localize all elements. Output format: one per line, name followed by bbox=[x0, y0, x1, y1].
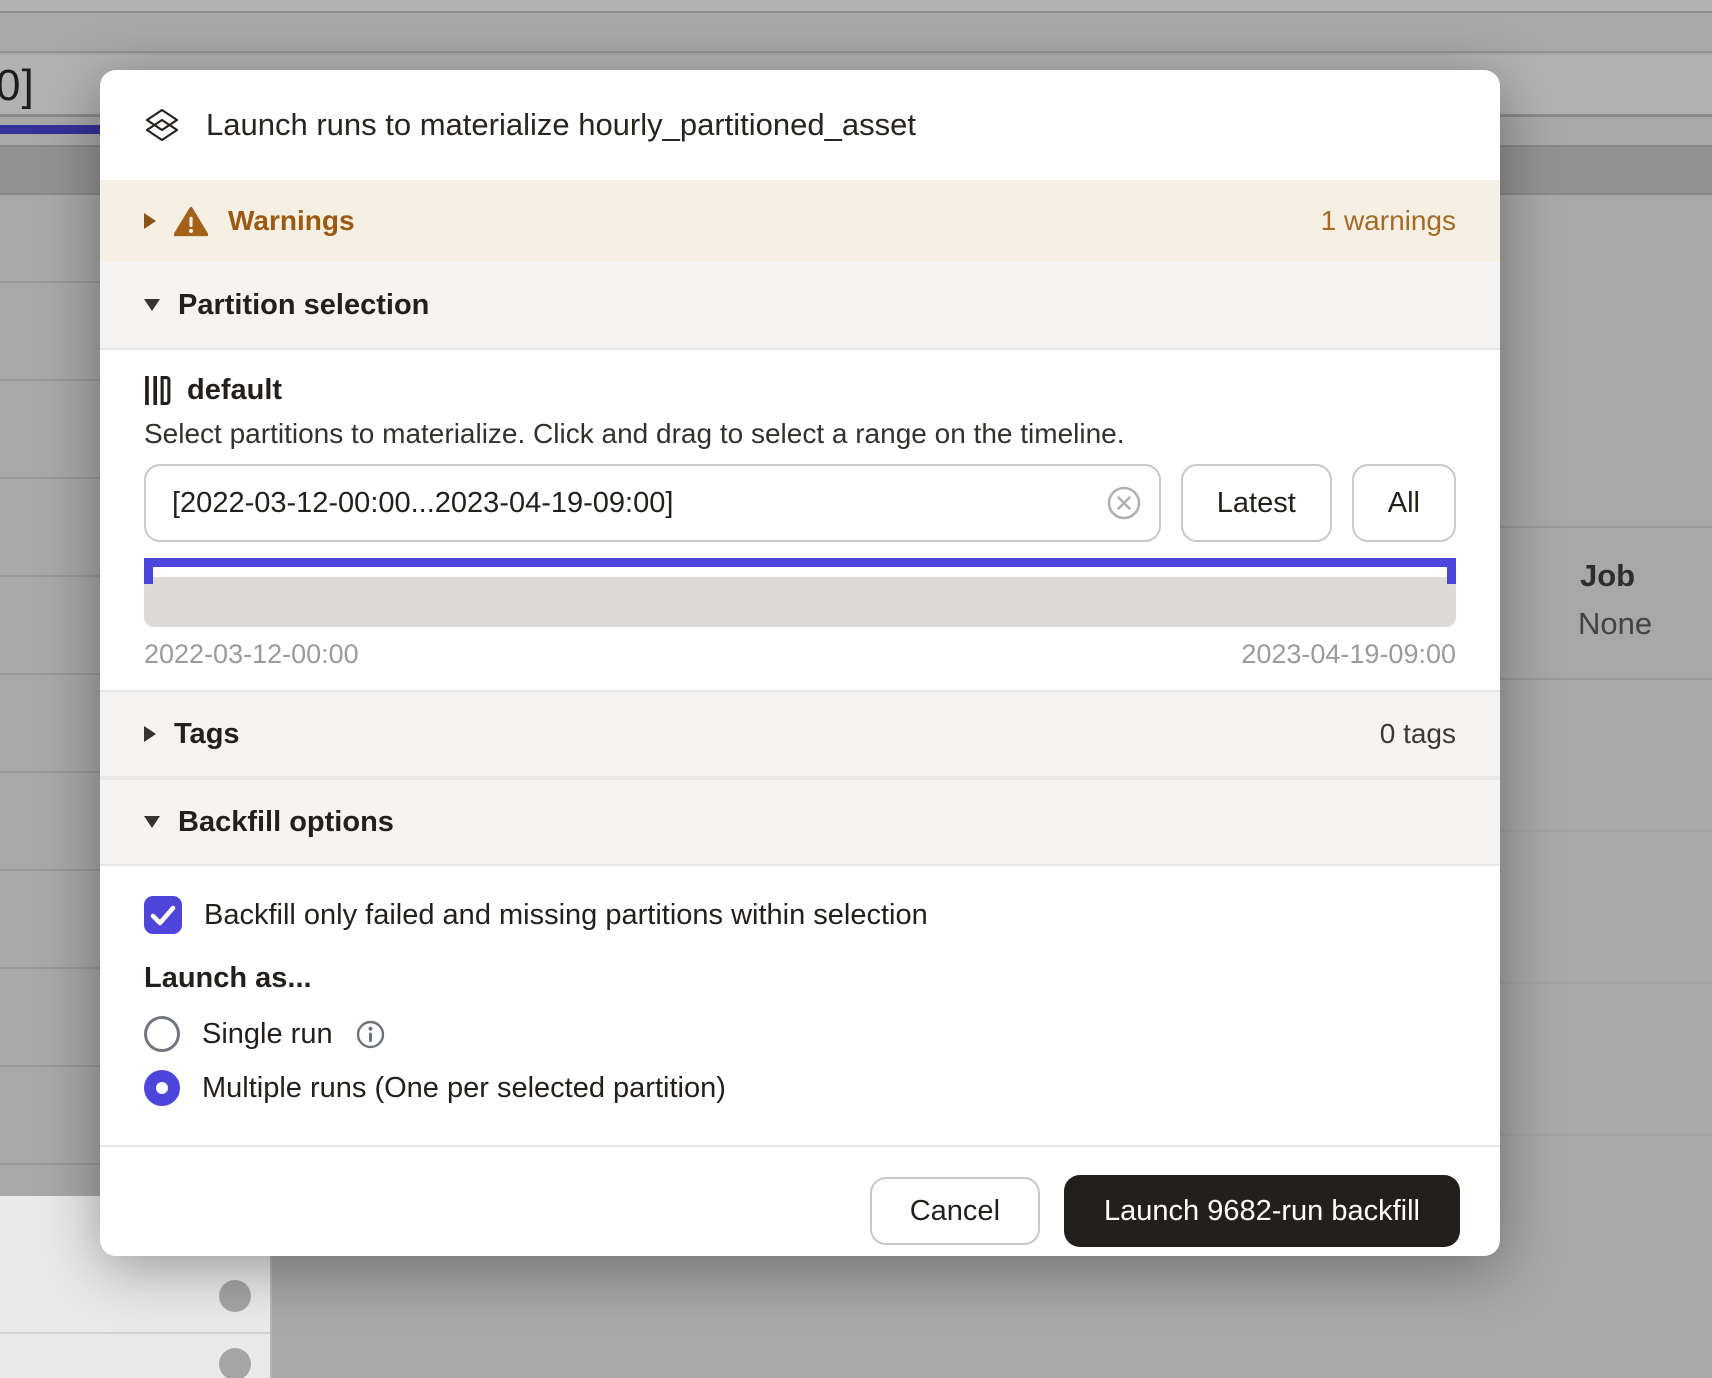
warnings-section-header[interactable]: Warnings 1 warnings bbox=[100, 180, 1500, 262]
partition-instructions: Select partitions to materialize. Click … bbox=[144, 418, 1456, 450]
background-row-divider bbox=[0, 281, 100, 283]
latest-button[interactable]: Latest bbox=[1181, 464, 1332, 542]
all-button[interactable]: All bbox=[1352, 464, 1456, 542]
info-icon[interactable] bbox=[355, 1019, 386, 1050]
background-row-divider bbox=[0, 1163, 100, 1165]
partition-range-input-wrap bbox=[144, 464, 1161, 542]
partition-range-input[interactable] bbox=[144, 464, 1161, 542]
timeline-labels: 2022-03-12-00:00 2023-04-19-09:00 bbox=[144, 639, 1456, 670]
launch-backfill-dialog: Launch runs to materialize hourly_partit… bbox=[100, 70, 1500, 1256]
background-row-divider bbox=[0, 771, 100, 773]
multiple-runs-label: Multiple runs (One per selected partitio… bbox=[202, 1072, 726, 1105]
background-row-divider bbox=[1500, 1134, 1712, 1136]
clear-circle-x-icon bbox=[1103, 482, 1145, 524]
status-dot-icon bbox=[219, 1348, 251, 1378]
background-partial-input-text: 0] bbox=[0, 61, 35, 111]
dialog-footer: Cancel Launch 9682-run backfill bbox=[100, 1145, 1500, 1256]
launch-as-label: Launch as... bbox=[144, 962, 1456, 995]
single-run-radio[interactable] bbox=[144, 1016, 180, 1052]
dialog-title: Launch runs to materialize hourly_partit… bbox=[206, 107, 916, 143]
single-run-option[interactable]: Single run bbox=[144, 1013, 1456, 1055]
partition-set-icon bbox=[144, 375, 171, 406]
caret-down-icon bbox=[144, 816, 160, 828]
partition-dimension-row: default bbox=[144, 372, 1456, 408]
caret-down-icon bbox=[144, 299, 160, 311]
selection-end-tick bbox=[1447, 567, 1456, 584]
partition-selection-title: Partition selection bbox=[178, 289, 429, 322]
partition-controls: Latest All bbox=[144, 464, 1456, 542]
background-row-divider bbox=[0, 575, 100, 577]
partition-selection-body: default Select partitions to materialize… bbox=[100, 350, 1500, 690]
multiple-runs-option[interactable]: Multiple runs (One per selected partitio… bbox=[144, 1067, 1456, 1109]
tags-count: 0 tags bbox=[1380, 718, 1456, 750]
background-job-column-value: None bbox=[1578, 606, 1652, 642]
warning-triangle-icon bbox=[174, 206, 208, 237]
cancel-button[interactable]: Cancel bbox=[870, 1177, 1040, 1245]
tags-section-header[interactable]: Tags 0 tags bbox=[100, 690, 1500, 778]
partition-timeline[interactable]: 2022-03-12-00:00 2023-04-19-09:00 bbox=[144, 558, 1456, 670]
partition-selection-section-header[interactable]: Partition selection bbox=[100, 262, 1500, 350]
background-row-divider bbox=[0, 967, 100, 969]
backfill-only-failed-label: Backfill only failed and missing partiti… bbox=[204, 899, 928, 932]
background-row-divider bbox=[0, 673, 100, 675]
background-row-divider bbox=[0, 1332, 270, 1334]
caret-right-icon bbox=[144, 213, 156, 229]
partition-dimension-name: default bbox=[187, 374, 282, 407]
backfill-options-section-header[interactable]: Backfill options bbox=[100, 778, 1500, 866]
background-row-divider bbox=[1500, 678, 1712, 680]
background-row-divider bbox=[0, 379, 100, 381]
background-toolbar-band bbox=[0, 15, 1712, 53]
caret-right-icon bbox=[144, 726, 156, 742]
dialog-header: Launch runs to materialize hourly_partit… bbox=[100, 70, 1500, 180]
backfill-options-title: Backfill options bbox=[178, 806, 394, 839]
warnings-label: Warnings bbox=[228, 205, 355, 237]
tags-title: Tags bbox=[174, 718, 240, 751]
timeline-selection-bar[interactable] bbox=[144, 558, 1456, 567]
materialize-layers-icon bbox=[144, 107, 180, 143]
checkmark-icon bbox=[145, 897, 181, 933]
backfill-options-body: Backfill only failed and missing partiti… bbox=[100, 866, 1500, 1145]
backfill-only-failed-row[interactable]: Backfill only failed and missing partiti… bbox=[144, 896, 1456, 934]
timeline-start-label: 2022-03-12-00:00 bbox=[144, 639, 359, 670]
multiple-runs-radio[interactable] bbox=[144, 1070, 180, 1106]
backfill-only-failed-checkbox[interactable] bbox=[144, 896, 182, 934]
background-row-divider bbox=[0, 477, 100, 479]
timeline-track[interactable] bbox=[144, 577, 1456, 627]
background-row-divider bbox=[1500, 526, 1712, 528]
status-dot-icon bbox=[219, 1280, 251, 1312]
warnings-count: 1 warnings bbox=[1321, 205, 1456, 237]
launch-backfill-button[interactable]: Launch 9682-run backfill bbox=[1064, 1175, 1460, 1247]
clear-selection-button[interactable] bbox=[1103, 482, 1145, 524]
timeline-end-label: 2023-04-19-09:00 bbox=[1241, 639, 1456, 670]
background-row-divider bbox=[1500, 830, 1712, 832]
background-row-divider bbox=[0, 869, 100, 871]
selection-start-tick bbox=[144, 567, 153, 584]
background-row-divider bbox=[1500, 982, 1712, 984]
background-row-divider bbox=[0, 1065, 100, 1067]
background-job-column-label: Job bbox=[1580, 558, 1635, 594]
single-run-label: Single run bbox=[202, 1018, 333, 1051]
background-top-band bbox=[0, 0, 1712, 13]
